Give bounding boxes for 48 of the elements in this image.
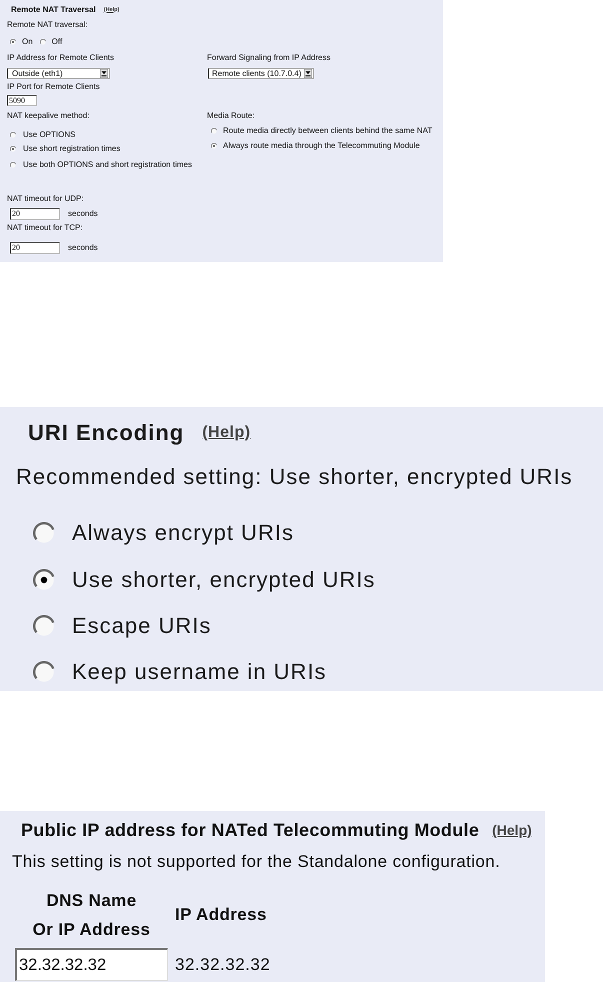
section-title: Remote NAT Traversal — [11, 5, 96, 15]
option-label[interactable]: Off — [52, 37, 62, 47]
help-link[interactable]: (Help) — [202, 423, 251, 443]
option-label[interactable]: Always route media through the Telecommuting Module — [223, 141, 420, 151]
table-cell: 32.32.32.32 — [175, 954, 270, 976]
unit-label: seconds — [68, 209, 98, 219]
ip-address-dropdown[interactable]: Outside (eth1) — [7, 68, 110, 79]
option-label[interactable]: On — [22, 37, 33, 47]
forward-signaling-dropdown[interactable]: Remote clients (10.7.0.4) — [208, 68, 314, 79]
option-label[interactable]: Use shorter, encrypted URIs — [72, 567, 376, 593]
radio-button[interactable] — [33, 661, 55, 683]
option-label[interactable]: Always encrypt URIs — [72, 520, 294, 546]
help-link[interactable]: (Help) — [492, 821, 532, 839]
column-header: IP Address — [175, 904, 268, 926]
radio-button[interactable] — [33, 615, 55, 637]
field-label: IP Port for Remote Clients — [7, 82, 100, 92]
option-label[interactable]: Escape URIs — [72, 613, 212, 639]
column-header: DNS Name Or IP Address — [32, 890, 152, 941]
option-label[interactable]: Use short registration times — [23, 144, 120, 154]
radio-button[interactable] — [10, 39, 16, 45]
unit-label: seconds — [68, 243, 98, 253]
radio-button[interactable] — [211, 143, 217, 149]
field-label: NAT keepalive method: — [7, 111, 90, 121]
radio-button[interactable] — [33, 522, 55, 544]
option-label[interactable]: Keep username in URIs — [72, 659, 327, 685]
field-label: Media Route: — [207, 111, 255, 121]
radio-button[interactable] — [10, 132, 16, 138]
field-label: NAT timeout for TCP: — [7, 223, 83, 233]
port-input[interactable]: 5090 — [7, 95, 37, 106]
note-text: This setting is not supported for the Standalone configuration. — [12, 851, 500, 873]
option-label[interactable]: Use OPTIONS — [23, 130, 76, 140]
dns-name-input[interactable]: 32.32.32.32 — [15, 948, 168, 981]
radio-button[interactable] — [10, 162, 16, 168]
radio-button[interactable] — [33, 569, 55, 591]
field-label: Forward Signaling from IP Address — [207, 53, 330, 63]
radio-button[interactable] — [10, 146, 16, 152]
radio-button[interactable] — [40, 39, 46, 45]
section-title: URI Encoding — [28, 420, 184, 446]
field-label: Remote NAT traversal: — [7, 20, 88, 30]
field-label: IP Address for Remote Clients — [7, 53, 114, 63]
timeout-input[interactable]: 20 — [10, 208, 60, 220]
field-label: NAT timeout for UDP: — [7, 194, 84, 204]
section-title: Public IP address for NATed Telecommuting Module — [21, 819, 480, 841]
recommendation-text: Recommended setting: Use shorter, encrypted URIs — [16, 464, 573, 490]
timeout-input[interactable]: 20 — [10, 242, 60, 254]
radio-button[interactable] — [211, 128, 217, 134]
option-label[interactable]: Use both OPTIONS and short registration times — [23, 160, 192, 170]
option-label[interactable]: Route media directly between clients behind the same NAT — [223, 126, 432, 136]
